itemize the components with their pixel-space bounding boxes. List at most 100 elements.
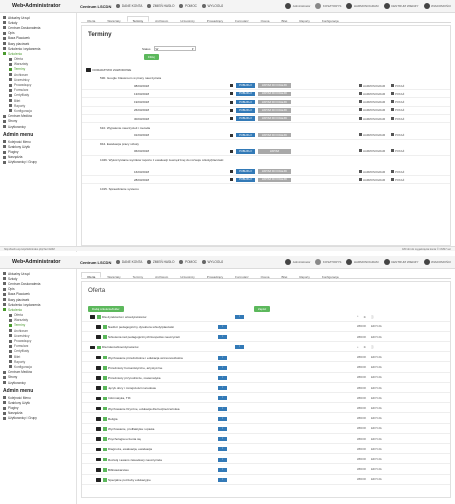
folder-icon[interactable] (96, 335, 101, 339)
publish-button[interactable]: PUBLIKUJ (236, 116, 255, 121)
schedule-link[interactable]: HARMONOGRAM (359, 149, 385, 153)
offer-label[interactable]: Wychowanie fizyczne, edukacja dla bezpie… (108, 407, 180, 411)
schedule-link[interactable]: HARMONOGRAM (359, 133, 385, 137)
show-link[interactable]: POKAŻ (391, 177, 404, 182)
offer-label[interactable]: Informatyka, TIK (108, 396, 131, 400)
checkbox[interactable] (103, 457, 107, 462)
view-link[interactable]: WIDOK (357, 468, 366, 471)
checkbox[interactable] (103, 366, 107, 370)
publish-button[interactable]: PUBLIKUJ (236, 108, 255, 113)
info-icon[interactable]: ⓘ (371, 345, 374, 349)
view-link[interactable]: WIDOK (357, 407, 366, 410)
view-link[interactable]: WIDOK (357, 376, 366, 379)
show-link[interactable]: POKAŻ (391, 83, 404, 88)
tab-item[interactable]: Formularz (229, 16, 255, 23)
lock-icon[interactable] (230, 92, 233, 96)
order-badge[interactable]: ↕ (235, 314, 244, 319)
offer-label[interactable]: Dla liderów/koordynatorów (102, 345, 138, 349)
checkbox[interactable] (103, 376, 107, 380)
schedule-link[interactable]: HARMONOGRAM (359, 100, 385, 104)
view-link[interactable]: WIDOK (357, 438, 366, 441)
queue-button[interactable]: ZAPISZ DO KOLEJKI (258, 83, 291, 88)
order-badge[interactable]: ↕ (218, 335, 227, 340)
edit-link[interactable]: EDYCJA (371, 438, 382, 441)
settings-icon[interactable]: ⚙ (364, 345, 366, 349)
lock-icon[interactable] (230, 100, 233, 104)
checkbox[interactable] (103, 325, 107, 329)
offer-label[interactable]: Przedmioty humanistyczne, artystyczne (108, 366, 162, 370)
order-badge[interactable]: ↕ (218, 386, 227, 391)
queue-button[interactable]: ZAPISZ (258, 149, 291, 154)
edit-link[interactable]: EDYCJA (371, 366, 382, 369)
publish-button[interactable]: PUBLIKUJ (236, 149, 255, 154)
show-link[interactable]: POKAŻ (391, 133, 404, 137)
user-menu[interactable]: Administrator (285, 259, 310, 265)
queue-button[interactable]: ZAPISZ DO KOLEJKI (258, 116, 291, 121)
view-link[interactable]: WIDOK (357, 325, 366, 328)
order-badge[interactable]: ↕ (218, 426, 227, 431)
tab-item[interactable]: Oferta (81, 272, 102, 279)
folder-icon[interactable] (96, 447, 101, 452)
admin-menu-item[interactable]: Użytkownicy i Grupy (0, 160, 76, 165)
lock-icon[interactable] (230, 84, 233, 87)
cost-link[interactable]: KOSZTORYS (315, 259, 341, 265)
admin-menu-item[interactable]: Użytkownicy i Grupy (0, 416, 76, 421)
logout-link[interactable]: WYLOGUJ (201, 260, 223, 264)
order-badge[interactable]: ↕ (218, 467, 227, 472)
show-link[interactable]: POKAŻ (391, 149, 404, 153)
offer-label[interactable]: Wychowanie, profilaktyka i opieka (108, 427, 154, 431)
settings-icon[interactable]: ⚙ (364, 315, 366, 319)
help-link[interactable]: POMOC (179, 260, 197, 264)
lock-icon[interactable] (230, 117, 233, 121)
folder-icon[interactable] (96, 366, 101, 370)
schedule-link[interactable]: HARMONOGRAM (359, 177, 385, 182)
order-badge[interactable]: ↕ (218, 457, 227, 462)
edit-link[interactable]: EDYCJA (371, 427, 382, 430)
publish-button[interactable]: PUBLIKUJ (236, 99, 255, 105)
view-link[interactable]: WIDOK (357, 417, 366, 420)
offer-label[interactable]: Religia (108, 417, 117, 421)
tab-item[interactable]: Archiwum (149, 16, 174, 23)
view-link[interactable]: WIDOK (357, 387, 366, 390)
folder-icon[interactable] (96, 355, 101, 360)
publish-button[interactable]: PUBLIKUJ (236, 91, 255, 97)
edit-link[interactable]: EDYCJA (371, 448, 382, 451)
tab-item[interactable]: Raporty (293, 16, 316, 23)
tab-item[interactable]: Uczestnicy (174, 16, 201, 23)
queue-button[interactable]: ZAPISZ DO KOLEJKI (258, 132, 291, 138)
knowledge-link[interactable]: CENTRUM WIEDZY (383, 3, 419, 9)
checkbox[interactable] (103, 386, 107, 390)
order-badge[interactable]: ↕ (218, 396, 227, 401)
offer-label[interactable]: Przedmioty przyrodnicze, matematyka (108, 376, 160, 380)
view-link[interactable]: WIDOK (357, 366, 366, 369)
offer-label[interactable]: Rozwój i awans zawodowy nauczyciela (108, 458, 162, 462)
order-badge[interactable]: ↕ (218, 406, 227, 411)
user-menu[interactable]: Administrator (285, 3, 310, 9)
offer-label[interactable]: Wychowanie przedszkolne i edukacja wczes… (108, 356, 183, 360)
order-badge[interactable]: ↕ (218, 447, 227, 452)
org-link[interactable]: Centrum LSCDN (80, 260, 111, 265)
show-link[interactable]: POKAŻ (391, 116, 404, 121)
info-icon[interactable]: ⓘ (371, 315, 374, 319)
tab-item[interactable]: Oferta (81, 16, 101, 23)
sidebar-item[interactable]: Uzytkownicy (0, 124, 76, 129)
order-badge[interactable]: ↕ (218, 416, 227, 421)
logout-link[interactable]: WYLOGUJ (201, 4, 223, 8)
show-link[interactable]: POKAŻ (391, 91, 404, 96)
folder-icon[interactable] (96, 325, 101, 329)
offer-label[interactable]: Dla dyrektorów i wicedyrektorów (102, 315, 146, 319)
offer-label[interactable]: Nadzór pedagogiczny dyrektora szkoły/pla… (108, 325, 174, 329)
folder-icon[interactable] (90, 315, 95, 319)
view-link[interactable]: WIDOK (357, 336, 366, 339)
folder-icon[interactable] (96, 386, 101, 390)
account-link[interactable]: DANE KONTA (116, 4, 142, 8)
add-folder-button[interactable]: Dodaj szkolenie/folder (88, 306, 124, 312)
order-badge[interactable]: ↕ (218, 477, 227, 482)
cost-link[interactable]: KOSZTORYS (315, 3, 341, 9)
folder-icon[interactable] (96, 457, 101, 462)
show-link[interactable]: POKAŻ (391, 169, 404, 174)
lock-icon[interactable] (230, 133, 233, 137)
tab-item[interactable]: Bilet (275, 16, 293, 23)
order-badge[interactable]: ↕ (235, 345, 244, 350)
folder-icon[interactable] (90, 345, 95, 350)
